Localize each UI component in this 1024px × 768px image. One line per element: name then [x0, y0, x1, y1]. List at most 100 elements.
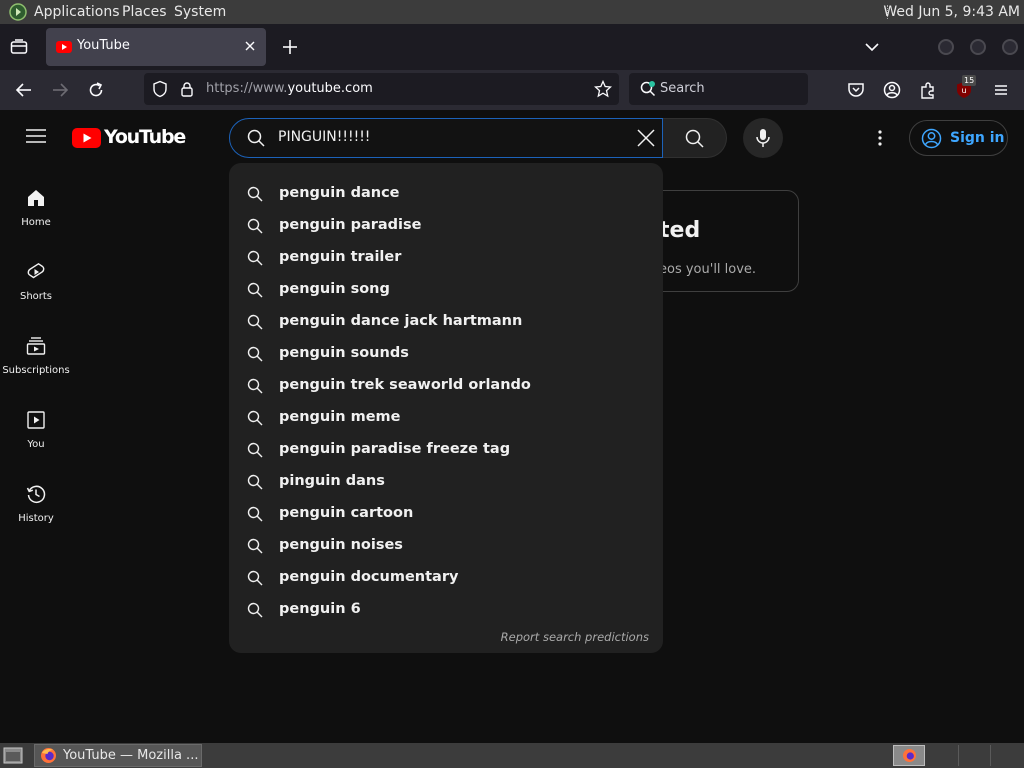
- search-suggestion-text: pinguin dans: [279, 473, 385, 489]
- sign-in-button[interactable]: Sign in: [909, 120, 1008, 156]
- menu-places[interactable]: Places: [122, 4, 167, 20]
- search-suggestion[interactable]: penguin trailer: [229, 242, 663, 274]
- address-bar[interactable]: https://www.youtube.com: [144, 73, 619, 105]
- guide-item-label: History: [18, 513, 54, 524]
- search-icon: [247, 570, 263, 586]
- shield-icon[interactable]: [152, 80, 168, 98]
- minimize-window-icon[interactable]: [938, 39, 954, 55]
- search-suggestion-text: penguin documentary: [279, 569, 459, 585]
- search-icon: [247, 474, 263, 490]
- search-suggestion-text: penguin meme: [279, 409, 401, 425]
- search-suggestion[interactable]: penguin documentary: [229, 562, 663, 594]
- youtube-logo-text: YouTube: [104, 126, 186, 148]
- menu-system[interactable]: System: [174, 4, 226, 20]
- show-desktop-icon[interactable]: [3, 747, 23, 764]
- search-suggestion-text: penguin sounds: [279, 345, 409, 361]
- search-icon: [247, 314, 263, 330]
- applications-logo-icon[interactable]: [9, 3, 27, 21]
- close-window-icon[interactable]: [1002, 39, 1018, 55]
- back-arrow-icon[interactable]: [14, 80, 34, 100]
- guide-item-shorts[interactable]: Shorts: [0, 262, 72, 326]
- search-icon: [247, 282, 263, 298]
- search-suggestion-text: penguin paradise freeze tag: [279, 441, 511, 457]
- get-started-card: ted eos you'll love.: [640, 190, 799, 292]
- search-suggestion-text: penguin dance jack hartmann: [279, 313, 523, 329]
- search-suggestion[interactable]: penguin sounds: [229, 338, 663, 370]
- microphone-icon: [756, 129, 770, 147]
- search-suggestion-text: penguin dance: [279, 185, 400, 201]
- menu-applications[interactable]: Applications: [34, 4, 120, 20]
- search-suggestion-text: penguin trailer: [279, 249, 402, 265]
- extensions-puzzle-icon[interactable]: [918, 80, 938, 100]
- home-icon: [28, 190, 44, 206]
- search-suggestion[interactable]: penguin dance jack hartmann: [229, 306, 663, 338]
- reload-icon[interactable]: [86, 80, 106, 100]
- search-suggestion[interactable]: penguin trek seaworld orlando: [229, 370, 663, 402]
- workspace-2[interactable]: [958, 745, 959, 766]
- workspace-3[interactable]: [990, 745, 991, 766]
- report-search-predictions-link[interactable]: Report search predictions: [501, 630, 649, 644]
- search-icon: [247, 442, 263, 458]
- search-icon: [685, 129, 704, 148]
- search-suggestion-text: penguin song: [279, 281, 390, 297]
- search-icon: [247, 378, 263, 394]
- close-tab-icon[interactable]: [242, 38, 258, 54]
- guide-item-home[interactable]: Home: [0, 188, 72, 252]
- browser-search-bar[interactable]: Search: [629, 73, 808, 105]
- search-suggestion[interactable]: penguin paradise: [229, 210, 663, 242]
- youtube-search-input[interactable]: PINGUIN!!!!!!: [229, 118, 663, 158]
- url-text[interactable]: https://www.youtube.com: [206, 81, 373, 96]
- guide-item-you[interactable]: You: [0, 410, 72, 474]
- youtube-search-button[interactable]: [663, 118, 727, 158]
- you-icon: [27, 411, 45, 429]
- voice-search-button[interactable]: [743, 118, 783, 158]
- search-engine-icon[interactable]: [639, 80, 657, 98]
- browser-search-placeholder: Search: [660, 81, 705, 96]
- guide-item-subscriptions[interactable]: Subscriptions: [0, 336, 72, 400]
- search-suggestion[interactable]: penguin dance: [229, 178, 663, 210]
- search-icon: [247, 250, 263, 266]
- search-icon: [247, 538, 263, 554]
- search-suggestion[interactable]: penguin song: [229, 274, 663, 306]
- guide-item-label: You: [27, 439, 45, 450]
- new-tab-icon[interactable]: [280, 37, 300, 57]
- card-subtitle: eos you'll love.: [659, 262, 757, 277]
- more-options-icon[interactable]: [876, 129, 884, 147]
- maximize-window-icon[interactable]: [970, 39, 986, 55]
- search-suggestion-text: penguin 6: [279, 601, 361, 617]
- hamburger-menu-icon[interactable]: [991, 80, 1011, 100]
- bottom-taskbar: YouTube — Mozilla ...: [0, 743, 1024, 768]
- clear-search-icon[interactable]: [636, 128, 656, 148]
- youtube-play-icon: [72, 128, 101, 148]
- list-all-tabs-icon[interactable]: [10, 39, 28, 55]
- search-suggestion[interactable]: penguin meme: [229, 402, 663, 434]
- tab-youtube[interactable]: YouTube: [46, 28, 266, 66]
- firefox-icon: [903, 749, 916, 762]
- youtube-logo[interactable]: YouTube: [72, 126, 186, 149]
- youtube-favicon-icon: [56, 41, 72, 53]
- workspace-1[interactable]: [893, 745, 925, 766]
- search-icon: [247, 186, 263, 202]
- account-icon[interactable]: [882, 80, 902, 100]
- sign-in-label: Sign in: [950, 130, 1005, 146]
- pocket-icon[interactable]: [846, 80, 866, 100]
- search-suggestion[interactable]: penguin paradise freeze tag: [229, 434, 663, 466]
- lock-icon[interactable]: [180, 81, 194, 97]
- card-title: ted: [659, 218, 701, 243]
- search-suggestion[interactable]: pinguin dans: [229, 466, 663, 498]
- search-suggestion[interactable]: penguin cartoon: [229, 498, 663, 530]
- chevron-down-icon[interactable]: [864, 41, 880, 53]
- guide-item-label: Subscriptions: [2, 365, 70, 376]
- clock[interactable]: Wed Jun 5, 9:43 AM: [883, 4, 1020, 20]
- url-domain: youtube.com: [287, 81, 373, 96]
- forward-arrow-icon[interactable]: [50, 80, 70, 100]
- taskbar-window-firefox[interactable]: YouTube — Mozilla ...: [34, 744, 202, 767]
- search-suggestion[interactable]: penguin 6: [229, 594, 663, 626]
- search-suggestion[interactable]: penguin noises: [229, 530, 663, 562]
- guide-menu-icon[interactable]: [26, 128, 46, 144]
- guide-item-history[interactable]: History: [0, 484, 72, 548]
- bookmark-star-icon[interactable]: [594, 80, 612, 98]
- firefox-icon: [41, 748, 56, 763]
- shorts-icon: [27, 262, 45, 279]
- search-suggestion-text: penguin noises: [279, 537, 403, 553]
